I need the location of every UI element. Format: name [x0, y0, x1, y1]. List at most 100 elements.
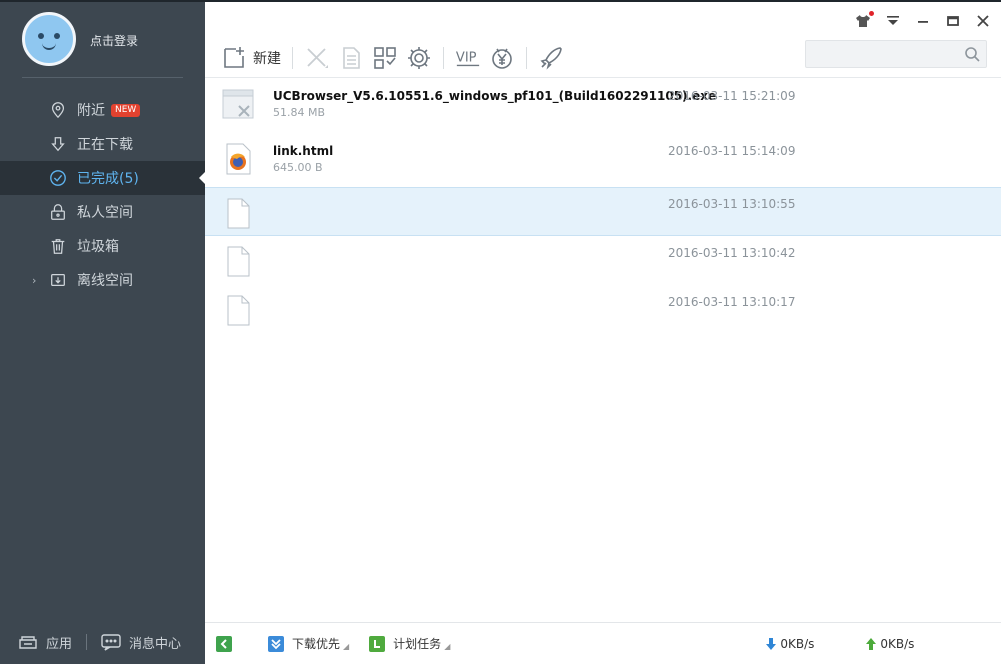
sidebar-item-trash[interactable]: 垃圾箱 — [0, 229, 205, 263]
qr-code-button[interactable] — [368, 43, 402, 73]
arrow-down-icon — [766, 637, 777, 650]
search-input[interactable] — [806, 41, 956, 67]
arrow-up-icon — [866, 637, 877, 650]
new-task-label: 新建 — [253, 50, 281, 67]
sidebar-item-completed[interactable]: 已完成(5) — [0, 161, 205, 195]
maximize-button[interactable] — [943, 11, 963, 31]
file-row[interactable]: 2016-03-11 13:10:42 — [205, 236, 1001, 285]
file-time: 2016-03-11 13:10:55 — [668, 197, 796, 211]
double-chevron-down-icon — [268, 635, 284, 652]
collapse-sidebar-button[interactable] — [216, 635, 232, 652]
tshirt-icon — [856, 15, 870, 27]
profile-area: 点击登录 — [0, 2, 205, 78]
apps-button[interactable]: 应用 — [18, 633, 72, 652]
check-circle-icon — [48, 168, 68, 188]
sidebar-item-label: 正在下载 — [77, 137, 133, 153]
vip-icon: VIP — [456, 50, 480, 66]
file-list: UCBrowser_V5.6.10551.6_windows_pf101_(Bu… — [205, 79, 1001, 334]
blank-file-icon — [227, 295, 250, 326]
rocket-button[interactable] — [534, 43, 568, 73]
file-time: 2016-03-11 13:10:42 — [668, 246, 796, 260]
delete-button[interactable] — [300, 43, 334, 73]
open-file-button[interactable] — [334, 43, 368, 73]
html-file-icon — [226, 143, 251, 175]
dropdown-triangle-icon: ◢ — [444, 642, 451, 651]
blank-file-icon — [227, 198, 250, 229]
sidebar-item-downloading[interactable]: 正在下载 — [0, 127, 205, 161]
main-panel: 新建 VIP UCBrowser_V5.6.10551.6_windows_pf… — [205, 0, 1001, 664]
cloud-download-icon — [48, 270, 68, 290]
download-speed: 0KB/s — [764, 637, 814, 651]
file-row[interactable]: link.html 645.00 B 2016-03-11 15:14:09 — [205, 134, 1001, 187]
download-priority-label: 下载优先 — [292, 637, 341, 651]
window-controls — [853, 11, 993, 31]
new-badge: NEW — [111, 103, 141, 117]
location-pin-icon — [48, 100, 68, 120]
file-name: UCBrowser_V5.6.10551.6_windows_pf101_(Bu… — [273, 89, 717, 103]
upload-speed: 0KB/s — [864, 637, 914, 651]
file-name: link.html — [273, 144, 334, 158]
trash-icon — [48, 236, 68, 256]
schedule-l-icon — [369, 635, 386, 652]
new-file-icon — [224, 46, 244, 68]
divider — [86, 634, 88, 650]
sidebar: 点击登录 附近 NEW 正在下载 已完成(5) 私人空间 垃圾箱 › 离线空间 … — [0, 0, 205, 664]
avatar[interactable] — [22, 12, 76, 66]
apps-icon — [19, 636, 37, 649]
file-row[interactable]: UCBrowser_V5.6.10551.6_windows_pf101_(Bu… — [205, 79, 1001, 134]
vip-button[interactable]: VIP — [451, 43, 485, 73]
login-link[interactable]: 点击登录 — [90, 32, 138, 49]
minimize-button[interactable] — [913, 11, 933, 31]
close-icon — [977, 15, 989, 27]
chevron-right-icon[interactable]: › — [32, 274, 36, 287]
svg-text:VIP: VIP — [456, 50, 477, 65]
coupon-button[interactable] — [485, 43, 519, 73]
file-time: 2016-03-11 15:21:09 — [668, 89, 796, 103]
file-time: 2016-03-11 13:10:17 — [668, 295, 796, 309]
sidebar-item-offline-space[interactable]: › 离线空间 — [0, 263, 205, 297]
search-box — [805, 40, 987, 68]
message-center-button[interactable]: 消息中心 — [101, 633, 181, 652]
download-speed-value: 0KB/s — [780, 636, 815, 651]
chat-bubble-icon — [101, 634, 121, 651]
file-row[interactable]: 2016-03-11 13:10:55 — [205, 187, 1001, 236]
file-size: 51.84 MB — [273, 106, 326, 119]
divider — [22, 77, 183, 78]
scheduled-task-button[interactable]: 计划任务 ◢ — [369, 635, 450, 652]
divider — [292, 46, 293, 69]
file-row[interactable]: 2016-03-11 13:10:17 — [205, 285, 1001, 334]
blank-file-icon — [227, 246, 250, 277]
gear-icon — [408, 46, 430, 69]
minimize-icon — [918, 21, 928, 23]
rocket-icon — [540, 46, 562, 70]
divider — [526, 46, 527, 69]
sidebar-nav: 附近 NEW 正在下载 已完成(5) 私人空间 垃圾箱 › 离线空间 — [0, 93, 205, 297]
search-icon[interactable] — [964, 46, 980, 62]
delete-x-icon — [307, 47, 328, 68]
title-bar — [205, 2, 1001, 38]
file-size: 645.00 B — [273, 161, 323, 174]
speedup-button[interactable] — [402, 43, 436, 73]
download-arrow-icon — [48, 134, 68, 154]
sidebar-bottom-bar: 应用 消息中心 — [0, 620, 205, 664]
file-time: 2016-03-11 15:14:09 — [668, 144, 796, 158]
sidebar-item-label: 私人空间 — [77, 205, 133, 221]
message-center-label: 消息中心 — [129, 636, 182, 652]
upload-speed-value: 0KB/s — [880, 636, 915, 651]
sidebar-item-label: 已完成(5) — [77, 171, 139, 187]
menu-button[interactable] — [883, 11, 903, 31]
close-button[interactable] — [973, 11, 993, 31]
skin-button[interactable] — [853, 11, 874, 31]
divider — [443, 46, 444, 69]
sidebar-item-label: 附近 — [77, 103, 105, 119]
document-icon — [343, 46, 360, 69]
status-bar: 下载优先 ◢ 计划任务 ◢ 0KB/s 0KB/s — [205, 622, 1001, 664]
scheduled-task-label: 计划任务 — [393, 637, 442, 651]
lock-icon — [48, 202, 68, 222]
new-task-button[interactable]: 新建 — [217, 43, 285, 73]
download-priority-button[interactable]: 下载优先 ◢ — [268, 635, 349, 652]
sidebar-item-private-space[interactable]: 私人空间 — [0, 195, 205, 229]
toolbar: 新建 VIP — [205, 38, 1001, 78]
sidebar-item-nearby[interactable]: 附近 NEW — [0, 93, 205, 127]
apps-label: 应用 — [46, 636, 73, 652]
